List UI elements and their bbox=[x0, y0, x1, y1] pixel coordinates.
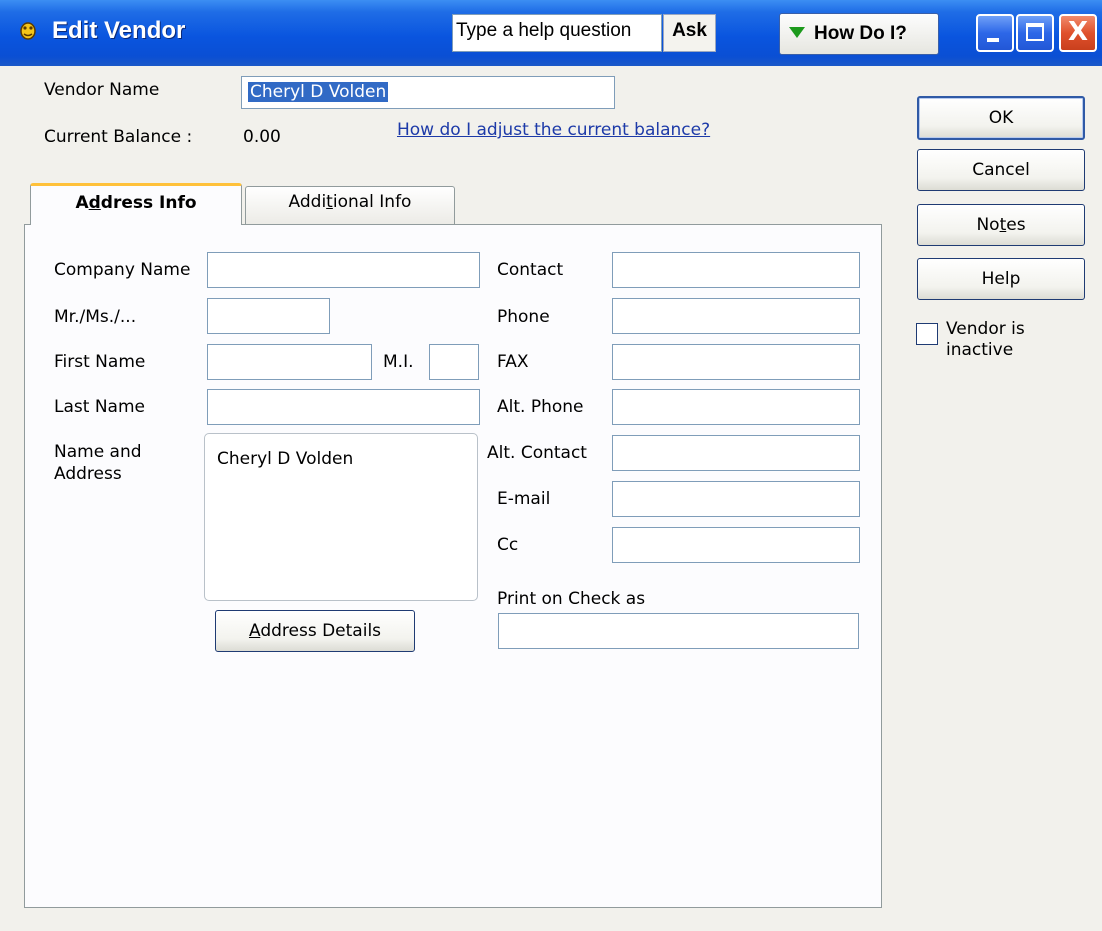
ok-button[interactable]: OK bbox=[917, 96, 1085, 140]
phone-input[interactable] bbox=[612, 298, 860, 334]
cc-label: Cc bbox=[497, 535, 519, 555]
name-address-textarea[interactable]: Cheryl D Volden bbox=[204, 433, 478, 601]
salutation-input[interactable] bbox=[207, 298, 330, 334]
vendor-inactive-checkbox[interactable] bbox=[916, 323, 938, 345]
middle-initial-input[interactable] bbox=[429, 344, 479, 380]
cc-input[interactable] bbox=[612, 527, 860, 563]
name-address-label: Name and Address bbox=[54, 442, 142, 484]
fax-input[interactable] bbox=[612, 344, 860, 380]
first-name-input[interactable] bbox=[207, 344, 372, 380]
alt-contact-input[interactable] bbox=[612, 435, 860, 471]
address-details-button[interactable]: Address Details bbox=[215, 610, 415, 652]
edit-vendor-window: Edit Vendor Type a help question Ask How… bbox=[0, 0, 1102, 931]
vendor-name-value: Cheryl D Volden bbox=[248, 82, 389, 102]
notes-label-a: No bbox=[976, 215, 1000, 235]
current-balance-label: Current Balance : bbox=[44, 127, 193, 147]
tab-address-info[interactable]: Address Info bbox=[30, 183, 242, 225]
middle-initial-label: M.I. bbox=[383, 352, 414, 372]
phone-label: Phone bbox=[497, 307, 550, 327]
maximize-button[interactable] bbox=[1016, 14, 1054, 52]
alt-phone-label: Alt. Phone bbox=[497, 397, 584, 417]
help-question-input[interactable]: Type a help question bbox=[452, 14, 662, 52]
tab-address-info-label-a: A bbox=[75, 193, 89, 213]
fax-label: FAX bbox=[497, 352, 529, 372]
minimize-icon bbox=[987, 38, 999, 42]
tab-additional-info-label-b: ional Info bbox=[332, 192, 412, 212]
app-icon bbox=[20, 22, 36, 40]
cancel-button[interactable]: Cancel bbox=[917, 149, 1085, 191]
ask-button[interactable]: Ask bbox=[663, 14, 716, 52]
tab-address-info-accesskey: d bbox=[88, 193, 101, 213]
address-details-label-b: ddress Details bbox=[260, 621, 382, 641]
title-bar[interactable]: Edit Vendor Type a help question Ask How… bbox=[0, 0, 1102, 66]
minimize-button[interactable] bbox=[976, 14, 1014, 52]
vendor-inactive-label: Vendor is inactive bbox=[946, 319, 1025, 360]
vendor-name-label: Vendor Name bbox=[44, 80, 160, 100]
notes-label-b: es bbox=[1006, 215, 1026, 235]
last-name-label: Last Name bbox=[54, 397, 145, 417]
company-name-label: Company Name bbox=[54, 260, 191, 280]
address-details-accesskey: A bbox=[248, 621, 261, 641]
tab-additional-info[interactable]: Additional Info bbox=[245, 186, 455, 224]
contact-label: Contact bbox=[497, 260, 564, 280]
tab-address-info-label-b: dress Info bbox=[100, 193, 197, 213]
alt-contact-label: Alt. Contact bbox=[487, 443, 587, 463]
maximize-icon bbox=[1026, 23, 1044, 41]
how-do-i-button[interactable]: How Do I? bbox=[779, 13, 939, 55]
alt-phone-input[interactable] bbox=[612, 389, 860, 425]
company-name-input[interactable] bbox=[207, 252, 480, 288]
current-balance-value: 0.00 bbox=[243, 127, 281, 147]
print-on-check-label: Print on Check as bbox=[497, 589, 646, 609]
email-label: E-mail bbox=[497, 489, 551, 509]
close-button[interactable]: X bbox=[1059, 14, 1097, 52]
print-on-check-input[interactable] bbox=[498, 613, 859, 649]
dropdown-arrow-icon bbox=[789, 27, 805, 38]
help-button[interactable]: Help bbox=[917, 258, 1085, 300]
window-title: Edit Vendor bbox=[52, 17, 186, 44]
last-name-input[interactable] bbox=[207, 389, 480, 425]
first-name-label: First Name bbox=[54, 352, 146, 372]
salutation-label: Mr./Ms./... bbox=[54, 307, 137, 327]
notes-button[interactable]: Notes bbox=[917, 204, 1085, 246]
email-input[interactable] bbox=[612, 481, 860, 517]
close-icon: X bbox=[1067, 17, 1089, 47]
tab-additional-info-label-a: Addi bbox=[288, 192, 327, 212]
how-do-i-label: How Do I? bbox=[814, 23, 907, 44]
vendor-name-input[interactable]: Cheryl D Volden bbox=[241, 76, 615, 109]
adjust-balance-link[interactable]: How do I adjust the current balance? bbox=[397, 120, 710, 140]
tab-additional-info-accesskey: t bbox=[326, 192, 333, 212]
contact-input[interactable] bbox=[612, 252, 860, 288]
